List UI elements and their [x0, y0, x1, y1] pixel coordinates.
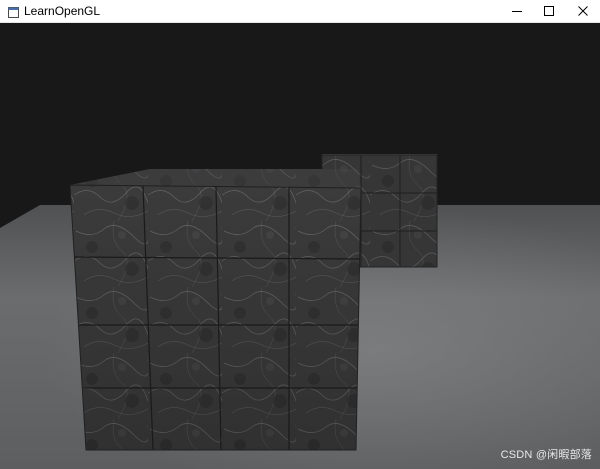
- maximize-button[interactable]: [532, 0, 566, 22]
- watermark-text: CSDN @闲暇部落: [500, 449, 592, 461]
- window-title: LearnOpenGL: [24, 4, 101, 18]
- close-button[interactable]: [566, 0, 600, 22]
- title-bar[interactable]: LearnOpenGL: [0, 0, 600, 23]
- front-cube: [69, 184, 362, 451]
- minimize-button[interactable]: [500, 0, 534, 22]
- minimize-icon: [512, 6, 522, 16]
- app-window-icon: [8, 5, 19, 18]
- maximize-icon: [544, 6, 554, 16]
- rendered-scene: [0, 154, 600, 469]
- opengl-viewport[interactable]: CSDN @闲暇部落: [0, 23, 600, 469]
- close-icon: [578, 6, 588, 16]
- app-window: LearnOpenGL CSDN @闲暇部落: [0, 0, 600, 469]
